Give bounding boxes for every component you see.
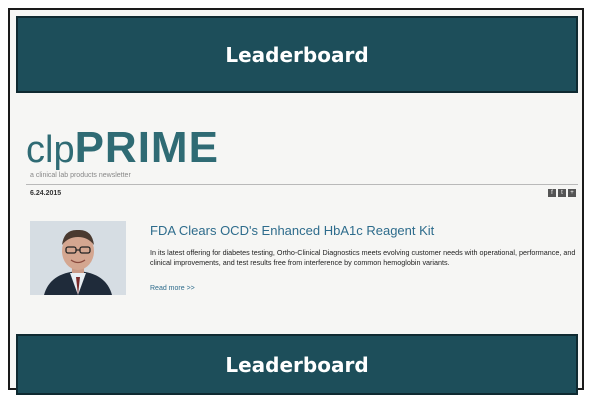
leaderboard-ad-bottom[interactable]: Leaderboard — [16, 334, 578, 395]
twitter-icon[interactable]: t — [558, 189, 566, 197]
facebook-icon[interactable]: f — [548, 189, 556, 197]
clp-prime-logo: clpPRIME — [26, 126, 219, 170]
newsletter-tagline: a clinical lab products newsletter — [30, 172, 131, 179]
social-icons: f t + — [548, 189, 576, 197]
leaderboard-label: Leaderboard — [225, 42, 369, 67]
share-icon[interactable]: + — [568, 189, 576, 197]
leaderboard-ad-top[interactable]: Leaderboard — [16, 16, 578, 93]
read-more-link[interactable]: Read more >> — [150, 285, 195, 292]
article-headline[interactable]: FDA Clears OCD's Enhanced HbA1c Reagent … — [150, 223, 434, 238]
logo-main: PRIME — [74, 123, 219, 172]
leaderboard-label: Leaderboard — [225, 352, 369, 377]
article-photo[interactable] — [30, 221, 126, 295]
divider — [26, 184, 578, 185]
logo-prefix: clp — [26, 129, 75, 171]
newsletter-preview: clpPRIME a clinical lab products newslet… — [18, 96, 578, 332]
article-summary: In its latest offering for diabetes test… — [150, 248, 576, 267]
issue-date: 6.24.2015 — [30, 190, 62, 197]
